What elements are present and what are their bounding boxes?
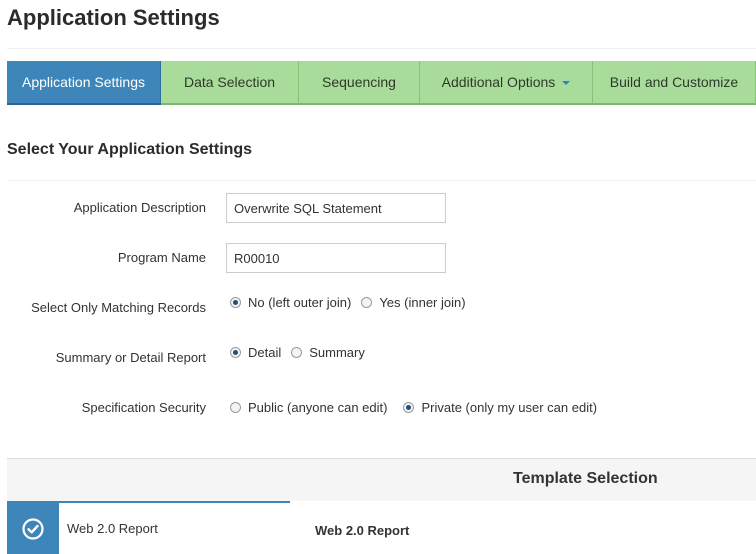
matching-records-radio-group: No (left outer join) Yes (inner join) xyxy=(230,295,466,310)
radio-no-left-outer-join[interactable] xyxy=(230,297,241,308)
report-type-summary-option[interactable]: Summary xyxy=(291,345,365,360)
report-type-radio-group: Detail Summary xyxy=(230,345,365,360)
tab-label: Application Settings xyxy=(22,74,145,90)
option-label: Yes (inner join) xyxy=(379,295,466,310)
matching-records-no-option[interactable]: No (left outer join) xyxy=(230,295,351,310)
spec-security-label: Specification Security xyxy=(81,400,206,415)
matching-records-yes-option[interactable]: Yes (inner join) xyxy=(361,295,466,310)
matching-records-label: Select Only Matching Records xyxy=(31,300,206,315)
wizard-tabs: Application Settings Data Selection Sequ… xyxy=(7,61,756,105)
radio-public[interactable] xyxy=(230,402,241,413)
template-selection-panel: Template Selection Web 2.0 Report Web 2.… xyxy=(7,458,756,554)
tab-label: Sequencing xyxy=(322,74,396,90)
option-label: Summary xyxy=(309,345,365,360)
tab-data-selection[interactable]: Data Selection xyxy=(161,61,299,105)
report-type-detail-option[interactable]: Detail xyxy=(230,345,281,360)
tab-application-settings[interactable]: Application Settings xyxy=(7,61,161,105)
spec-security-private-option[interactable]: Private (only my user can edit) xyxy=(403,400,597,415)
option-label: Public (anyone can edit) xyxy=(248,400,388,415)
tab-additional-options[interactable]: Additional Options xyxy=(420,61,593,105)
option-label: Detail xyxy=(248,345,282,360)
radio-yes-inner-join[interactable] xyxy=(361,297,373,308)
chevron-down-icon xyxy=(562,81,571,85)
template-detail-title: Web 2.0 Report xyxy=(315,523,410,538)
radio-private[interactable] xyxy=(403,402,415,413)
radio-summary[interactable] xyxy=(291,347,303,358)
report-type-label: Summary or Detail Report xyxy=(55,350,206,365)
template-detail-pane: Web 2.0 Report xyxy=(290,501,756,554)
tab-build-and-customize[interactable]: Build and Customize xyxy=(593,61,756,105)
app-description-input[interactable] xyxy=(226,193,446,223)
tab-sequencing[interactable]: Sequencing xyxy=(299,61,420,105)
title-divider xyxy=(7,48,756,49)
section-title: Select Your Application Settings xyxy=(7,141,253,158)
program-name-label: Program Name xyxy=(117,250,206,265)
radio-detail[interactable] xyxy=(230,347,241,358)
template-selected-marker xyxy=(7,503,59,554)
option-label: No (left outer join) xyxy=(248,295,352,310)
tab-label: Data Selection xyxy=(183,74,276,90)
template-item-label: Web 2.0 Report xyxy=(67,521,158,536)
template-item-web-2-report[interactable]: Web 2.0 Report xyxy=(7,501,290,554)
tab-label: Additional Options xyxy=(441,74,556,90)
template-selection-title: Template Selection xyxy=(513,470,658,487)
option-label: Private (only my user can edit) xyxy=(421,400,598,415)
spec-security-public-option[interactable]: Public (anyone can edit) xyxy=(230,400,387,415)
page-title: Application Settings xyxy=(7,5,220,30)
section-divider xyxy=(7,180,756,181)
spec-security-radio-group: Public (anyone can edit) Private (only m… xyxy=(230,400,597,415)
tab-label: Build and Customize xyxy=(609,74,739,90)
app-description-label: Application Description xyxy=(73,200,206,215)
check-circle-icon xyxy=(22,517,44,540)
program-name-input[interactable] xyxy=(226,243,446,273)
